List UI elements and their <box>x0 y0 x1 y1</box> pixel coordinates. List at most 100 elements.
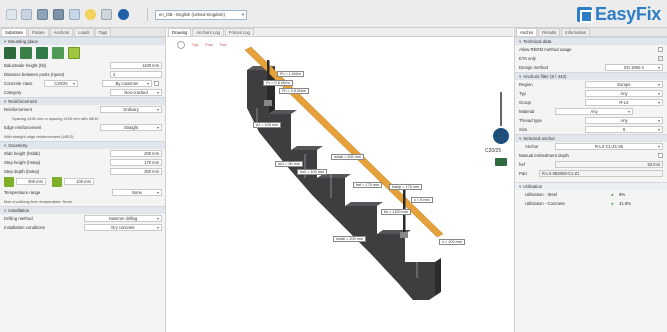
steel-value: 9% <box>619 192 626 197</box>
tab-anchors[interactable]: Anchors <box>49 28 74 36</box>
stair-shape-2-icon[interactable] <box>20 47 32 59</box>
step-height-input[interactable]: 170 mm <box>110 159 162 166</box>
utilisation-steel-row: Utilisation - Steel ● 9% <box>515 190 667 199</box>
section-utilisation[interactable]: ▾ Utilisation <box>515 182 667 190</box>
group-select[interactable]: R-LX ▾ <box>585 99 663 106</box>
chevron-down-icon: ▾ <box>657 127 660 132</box>
save-icon[interactable] <box>37 9 48 20</box>
logo-mark-icon <box>577 6 594 23</box>
zoom-slider[interactable] <box>500 92 502 126</box>
vertical-edge-icon[interactable] <box>52 177 62 187</box>
tab-anchor[interactable]: Anchor <box>516 28 538 36</box>
stair-shape-5-icon[interactable] <box>68 47 80 59</box>
edge-reinforcement-note: With straight edge reinforcement (≥Ø12) <box>0 132 165 141</box>
print-icon[interactable] <box>101 9 112 20</box>
dim-label-c-2: c = 100 mm <box>439 239 465 245</box>
section-technical-data[interactable]: ▾ Technical data <box>515 37 667 45</box>
manual-embedment-checkbox[interactable] <box>658 153 663 158</box>
balustrade-height-input[interactable]: 1100 mm <box>110 62 162 69</box>
slab-height-input[interactable]: 200 mm <box>110 150 162 157</box>
tab-loads[interactable]: Loads <box>74 28 94 36</box>
section-installation[interactable]: ▾ Installation <box>0 206 165 214</box>
save-as-icon[interactable] <box>53 9 64 20</box>
tab-fixture[interactable]: Fixture <box>27 28 49 36</box>
section-reinforcement[interactable]: ▾ Reinforcement <box>0 97 165 105</box>
anchor-plate-2[interactable] <box>400 232 408 238</box>
edge-distance-1-input[interactable]: 500 mm <box>16 178 46 185</box>
tab-drawing[interactable]: Drawing <box>168 28 192 36</box>
horizontal-edge-icon[interactable] <box>4 177 14 187</box>
chevron-down-icon: ▾ <box>156 190 159 195</box>
hef-row: hef 53 mm <box>515 160 667 169</box>
stair-3d-model[interactable] <box>167 38 513 332</box>
stair-shape-1-icon[interactable] <box>4 47 16 59</box>
reinforcement-row: Reinforcement Ordinary ▾ <box>0 105 165 114</box>
section-anchors-filter[interactable]: ▾ Anchors filter (8 / 443) <box>515 72 667 80</box>
section-geometry[interactable]: ▾ Geometry <box>0 141 165 149</box>
navigation-cube-icon[interactable] <box>493 128 509 144</box>
category-label: Category <box>4 90 22 95</box>
anchor-value: R-LX-C1-Z1-35 <box>595 144 623 149</box>
redm-method-row: Allow REDM method usage <box>515 45 667 54</box>
design-method-select[interactable]: EN 1992-4 ▾ <box>605 64 663 71</box>
part-field: R-LX-08S060-C1-Z1 <box>539 170 663 177</box>
report-icon[interactable] <box>69 9 80 20</box>
edge-distance-row: 500 mm 100 mm <box>0 176 165 188</box>
drilling-method-select[interactable]: Hammer drilling ▾ <box>84 215 162 222</box>
tab-results[interactable]: Results <box>538 28 561 36</box>
region-select[interactable]: Europe ▾ <box>585 81 663 88</box>
edge-distance-2-input[interactable]: 100 mm <box>64 178 94 185</box>
step-depth-row: Step depth (bstep) 300 mm <box>0 167 165 176</box>
hef-input[interactable]: 53 mm <box>555 161 663 168</box>
load-label-1: Fh = 1 kN/m <box>277 71 304 77</box>
temperature-select[interactable]: None ▾ <box>112 189 162 196</box>
installation-conditions-select[interactable]: Dry concrete ▾ <box>84 224 162 231</box>
check-ok-icon: ● <box>611 201 614 206</box>
section-mounting-place[interactable]: ▾ Mounting place <box>0 37 165 45</box>
by-customer-select[interactable]: By customer ▾ <box>102 80 152 87</box>
reinforcement-select[interactable]: Ordinary ▾ <box>100 106 162 113</box>
eta-checkbox[interactable] <box>658 56 663 61</box>
typ-select[interactable]: Any ▾ <box>585 90 663 97</box>
view-toggle-icon[interactable] <box>495 158 507 166</box>
concrete-class-select[interactable]: C20/25 ▾ <box>44 80 78 87</box>
tab-substrate[interactable]: Substrate <box>1 28 27 36</box>
anchor-plate-1[interactable] <box>264 100 272 106</box>
customer-checkbox[interactable] <box>154 81 159 86</box>
chevron-down-icon: ▾ <box>156 225 159 230</box>
collapse-icon: ▾ <box>4 143 7 148</box>
material-select[interactable]: Any ▾ <box>555 108 633 115</box>
chevron-down-icon: ▾ <box>156 216 159 221</box>
language-select[interactable]: en_GB - English (United Kingdom) ▾ <box>155 10 247 20</box>
section-title: Selected anchor <box>523 136 555 141</box>
manual-embedment-row: Manual embedment depth <box>515 151 667 160</box>
material-label: Material <box>519 109 535 114</box>
right-panel: Anchor Results Information ▾ Technical da… <box>514 28 667 332</box>
anchor-select[interactable]: R-LX-C1-Z1-35 ▾ <box>555 143 663 150</box>
edge-reinforcement-select[interactable]: Straight ▾ <box>100 124 162 131</box>
info-icon[interactable] <box>118 9 129 20</box>
redm-checkbox[interactable] <box>658 47 663 52</box>
eta-only-row: ETA only <box>515 54 667 63</box>
temperature-note: Max short/long term temperature: None <box>0 197 165 206</box>
tab-forces-log[interactable]: Forces Log <box>224 28 254 36</box>
step-depth-input[interactable]: 300 mm <box>110 168 162 175</box>
posts-distance-input[interactable]: 2 <box>110 71 162 78</box>
size-select[interactable]: 8 ▾ <box>585 126 663 133</box>
chevron-down-icon: ▾ <box>657 100 660 105</box>
slab-height-label: Slab height (hslab) <box>4 151 40 156</box>
stair-shape-4-icon[interactable] <box>52 47 64 59</box>
dim-label-hef: hef = 170 mm <box>353 182 383 188</box>
tab-information[interactable]: Information <box>561 28 591 36</box>
thread-type-select[interactable]: Any ▾ <box>585 117 663 124</box>
section-title: Reinforcement <box>8 99 37 104</box>
stair-shape-3-icon[interactable] <box>36 47 48 59</box>
new-file-icon[interactable] <box>6 9 17 20</box>
tab-anchors-log[interactable]: Anchors Log <box>192 28 224 36</box>
collapse-icon: ▾ <box>4 99 7 104</box>
tab-tags[interactable]: Tags <box>94 28 112 36</box>
open-folder-icon[interactable] <box>21 9 32 20</box>
section-selected-anchor[interactable]: ▾ Selected anchor <box>515 134 667 142</box>
category-select[interactable]: Non-cracked ▾ <box>110 89 162 96</box>
lightbulb-icon[interactable] <box>85 9 96 20</box>
